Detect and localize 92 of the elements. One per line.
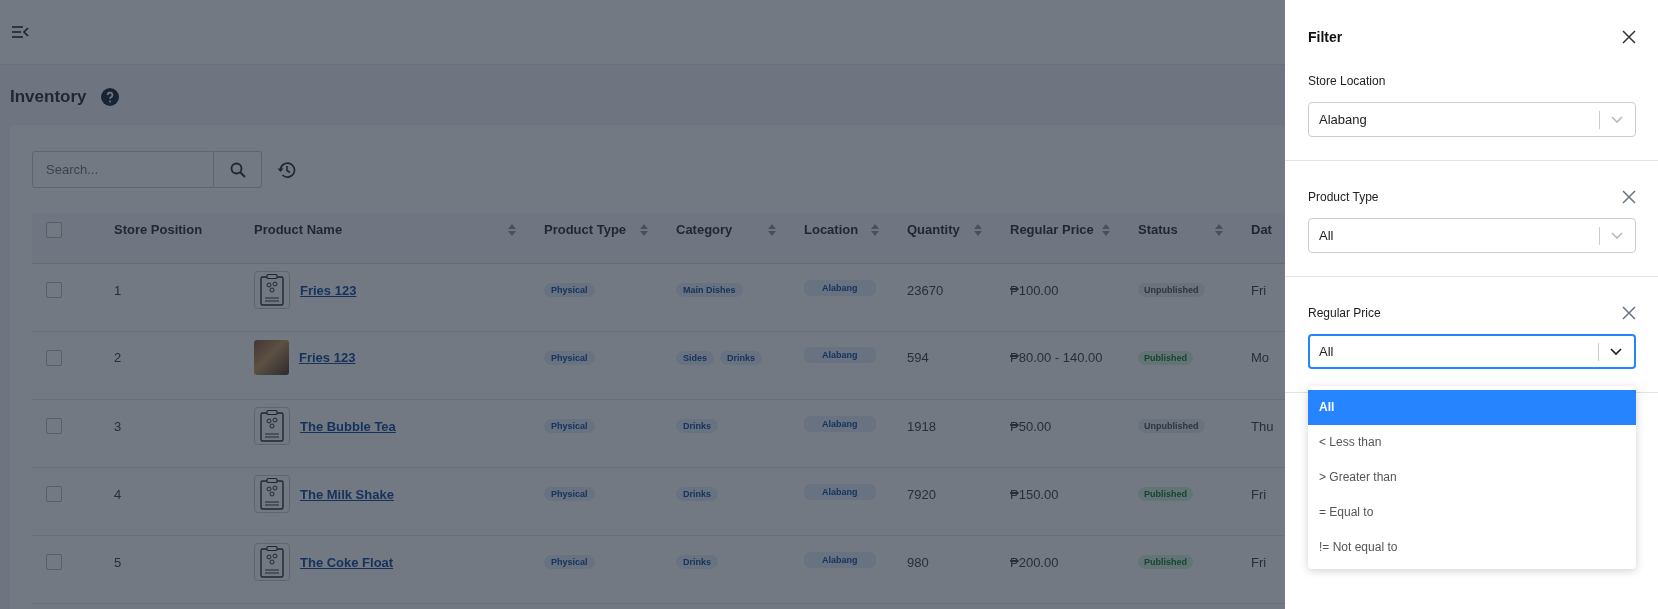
table-cell: 3 (114, 418, 122, 434)
chevron-down-icon (1611, 231, 1623, 240)
photo-placeholder (254, 340, 289, 375)
table-cell: 23670 (907, 282, 944, 298)
page-title: Inventory (10, 87, 87, 107)
column-header: Dat (1251, 222, 1272, 237)
status-badge: Published (1138, 487, 1193, 502)
table-cell: 7920 (907, 486, 936, 502)
location-tag: Alabang (804, 551, 876, 568)
clipboard-icon (254, 407, 290, 446)
select-field[interactable]: All (1308, 218, 1636, 253)
close-icon[interactable] (1622, 30, 1636, 44)
column-header: Status (1138, 222, 1178, 237)
table-cell: 594 (907, 350, 929, 365)
table-cell: Mo (1251, 350, 1270, 365)
product-type-tag: Physical (544, 555, 595, 570)
row-checkbox[interactable] (46, 486, 62, 503)
column-header: Product Type (544, 222, 627, 237)
table-cell: 1 (114, 282, 122, 298)
row-checkbox[interactable] (46, 418, 62, 435)
column-header: Product Name (254, 222, 343, 237)
sort-icon[interactable] (871, 223, 879, 236)
menu-collapse-icon[interactable] (11, 25, 29, 39)
dropdown-option[interactable]: < Less than (1308, 425, 1636, 460)
filter-label: Product Type (1308, 190, 1379, 204)
clear-icon[interactable] (1622, 306, 1636, 320)
dropdown-option[interactable]: All (1308, 390, 1636, 425)
sort-icon[interactable] (1215, 223, 1223, 236)
column-header: Regular Price (1010, 222, 1094, 237)
search-icon (229, 161, 246, 178)
panel-title: Filter (1308, 29, 1343, 45)
table-cell: 1918 (907, 418, 936, 434)
product-type-tag: Physical (544, 487, 595, 502)
sort-icon[interactable] (640, 223, 648, 236)
table-cell: ₱80.00 - 140.00 (1010, 350, 1103, 365)
table-cell: ₱150.00 (1010, 486, 1059, 502)
row-checkbox[interactable] (46, 349, 62, 366)
chevron-down-icon (1611, 115, 1623, 124)
table-cell: ₱100.00 (1010, 282, 1059, 298)
clipboard-icon (254, 271, 290, 310)
filter-label: Store Location (1308, 74, 1386, 88)
clipboard-icon (254, 475, 290, 514)
column-header: Category (676, 222, 733, 237)
status-badge: Published (1138, 350, 1193, 365)
table-cell: Fri (1251, 282, 1267, 298)
table-cell: ₱200.00 (1010, 554, 1059, 570)
status-badge: Unpublished (1138, 283, 1205, 298)
category-tag: Drinks (676, 419, 718, 434)
table-cell: ₱50.00 (1010, 418, 1052, 434)
sort-icon[interactable] (508, 223, 516, 236)
select-field[interactable]: All (1308, 334, 1636, 369)
dropdown-option[interactable]: > Greater than (1308, 460, 1636, 495)
clipboard-icon (254, 543, 290, 582)
status-badge: Unpublished (1138, 419, 1205, 434)
category-tag: Sides (676, 350, 714, 365)
category-tag: Drinks (676, 487, 718, 502)
chevron-down-icon (1610, 347, 1622, 356)
dropdown-option[interactable]: = Equal to (1308, 495, 1636, 530)
category-tag: Drinks (720, 350, 763, 365)
dropdown-option[interactable]: != Not equal to (1308, 530, 1636, 565)
sort-icon[interactable] (768, 223, 776, 236)
product-type-tag: Physical (544, 350, 595, 365)
status-badge: Published (1138, 555, 1193, 570)
history-icon[interactable] (276, 160, 296, 179)
location-tag: Alabang (804, 415, 876, 432)
column-header: Quantity (907, 222, 960, 237)
row-checkbox[interactable] (46, 282, 62, 299)
table-cell: 980 (907, 554, 929, 570)
table-cell: 5 (114, 554, 122, 570)
product-type-tag: Physical (544, 283, 595, 298)
table-cell: 2 (114, 350, 122, 365)
search-button[interactable] (214, 151, 262, 188)
row-checkbox[interactable] (46, 554, 62, 571)
category-tag: Main Dishes (676, 283, 743, 298)
help-icon[interactable] (100, 88, 119, 106)
sort-icon[interactable] (1102, 223, 1110, 236)
sort-icon[interactable] (974, 223, 982, 236)
filter-label: Regular Price (1308, 306, 1381, 320)
clear-icon[interactable] (1622, 190, 1636, 204)
table-cell: Fri (1251, 554, 1267, 570)
product-type-tag: Physical (544, 419, 595, 434)
location-tag: Alabang (804, 279, 876, 296)
column-header: Location (804, 222, 859, 237)
location-tag: Alabang (804, 347, 876, 363)
category-tag: Drinks (676, 555, 718, 570)
select-field[interactable]: Alabang (1308, 102, 1636, 137)
location-tag: Alabang (804, 483, 876, 500)
column-header: Store Position (114, 222, 203, 237)
table-cell: Thu (1251, 418, 1274, 434)
table-cell: Fri (1251, 486, 1267, 502)
select-all-checkbox[interactable] (46, 221, 62, 238)
table-cell: 4 (114, 486, 122, 502)
